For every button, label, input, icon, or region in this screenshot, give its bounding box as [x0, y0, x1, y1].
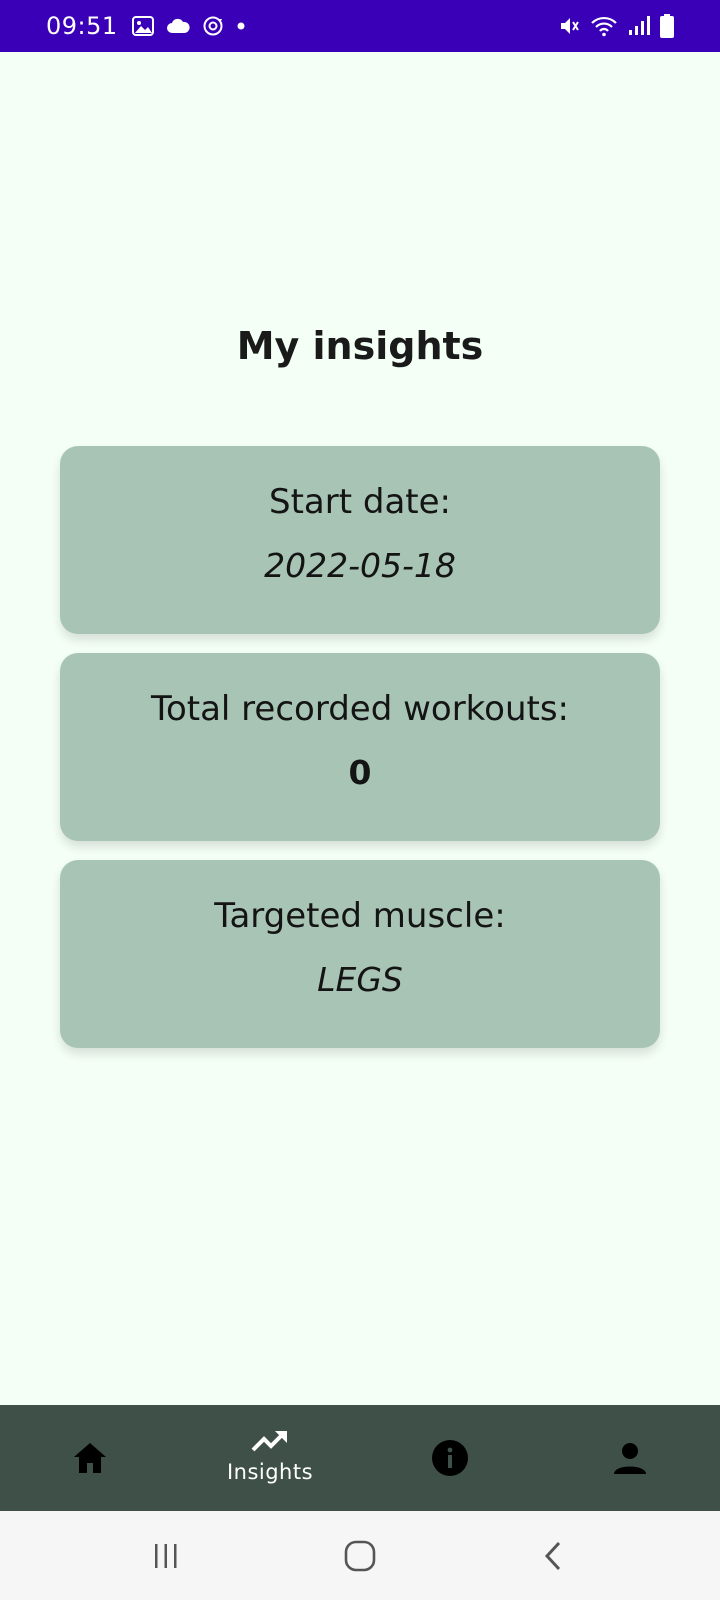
system-nav-bar [0, 1511, 720, 1600]
status-bar: 09:51 [0, 0, 720, 52]
mute-icon [558, 15, 580, 37]
bottom-nav: Insights [0, 1405, 720, 1511]
image-icon [131, 16, 154, 36]
home-circle-icon[interactable] [343, 1539, 377, 1573]
start-date-card: Start date: 2022-05-18 [60, 446, 660, 634]
status-right-icons [558, 0, 674, 52]
card-label: Total recorded workouts: [150, 689, 570, 729]
nav-home[interactable] [0, 1405, 180, 1511]
info-icon [431, 1439, 469, 1477]
recents-icon[interactable] [151, 1541, 181, 1571]
card-label: Start date: [269, 482, 451, 522]
nav-info[interactable] [360, 1405, 540, 1511]
nav-insights[interactable]: Insights [180, 1405, 360, 1511]
card-value: 0 [348, 753, 372, 792]
card-value: LEGS [317, 960, 403, 999]
home-icon [72, 1441, 108, 1475]
nav-profile[interactable] [540, 1405, 720, 1511]
card-label: Targeted muscle: [214, 896, 506, 936]
back-icon[interactable] [539, 1539, 569, 1573]
status-left-icons [131, 15, 246, 37]
person-icon [613, 1442, 647, 1474]
trending-up-icon [251, 1428, 289, 1454]
nav-insights-label: Insights [226, 1460, 314, 1484]
sync-icon [202, 15, 224, 37]
signal-icon [628, 16, 650, 36]
card-value: 2022-05-18 [264, 546, 456, 585]
wifi-icon [590, 15, 618, 37]
status-time: 09:51 [46, 12, 118, 40]
main-content: My insights Start date: 2022-05-18 Total… [0, 52, 720, 1405]
targeted-muscle-card: Targeted muscle: LEGS [60, 860, 660, 1048]
dot-icon [236, 21, 246, 31]
total-workouts-card: Total recorded workouts: 0 [60, 653, 660, 841]
battery-icon [660, 14, 674, 38]
page-title: My insights [236, 324, 484, 368]
cloud-icon [166, 18, 190, 34]
